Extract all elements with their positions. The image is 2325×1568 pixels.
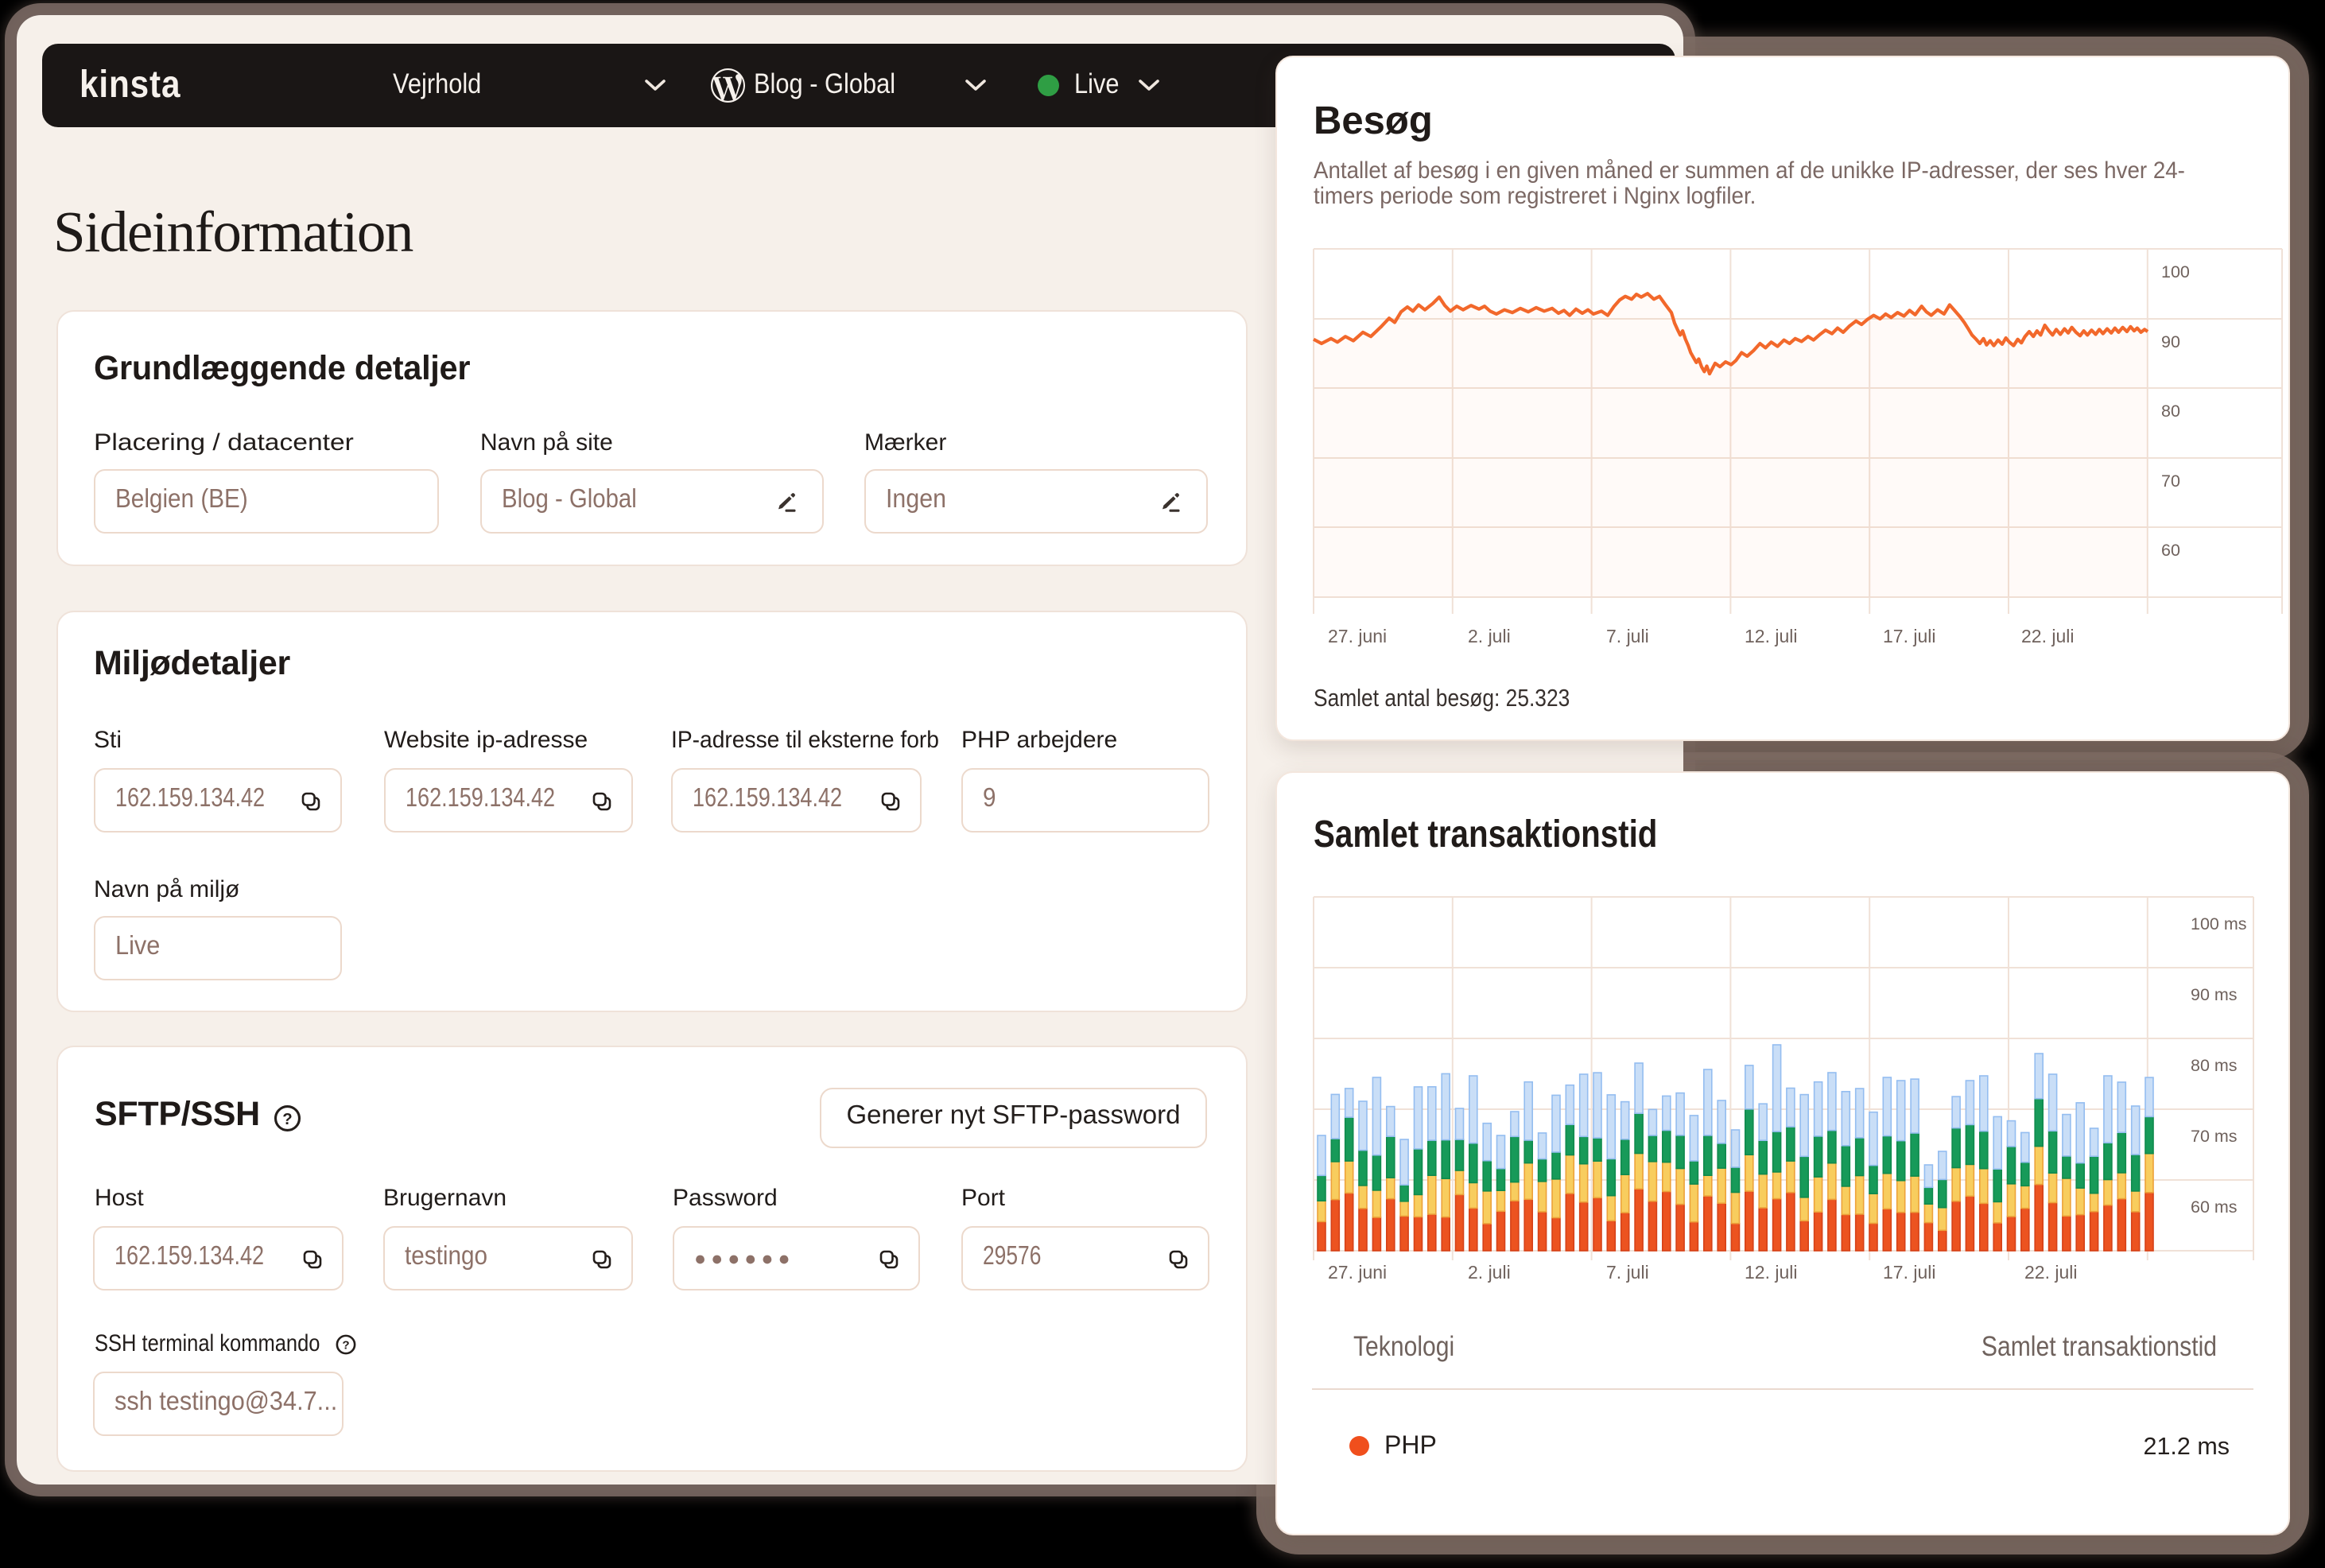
svg-text:22. juli: 22. juli (2024, 1262, 2077, 1283)
svg-text:80: 80 (2161, 402, 2180, 421)
svg-text:?: ? (282, 1110, 292, 1127)
svg-text:60: 60 (2161, 541, 2180, 560)
svg-text:100 ms: 100 ms (2191, 914, 2247, 933)
svg-text:7. juli: 7. juli (1606, 626, 1649, 646)
svg-text:12. juli: 12. juli (1745, 1262, 1797, 1283)
svg-text:60 ms: 60 ms (2191, 1197, 2238, 1217)
svg-text:17. juli: 17. juli (1883, 1262, 1935, 1283)
svg-text:90: 90 (2161, 332, 2180, 351)
svg-text:2. juli: 2. juli (1468, 1262, 1511, 1283)
svg-text:70 ms: 70 ms (2191, 1127, 2238, 1146)
svg-text:100: 100 (2161, 262, 2190, 281)
svg-text:7. juli: 7. juli (1606, 1262, 1649, 1283)
svg-text:27. juni: 27. juni (1328, 626, 1387, 646)
svg-text:27. juni: 27. juni (1328, 1262, 1387, 1283)
svg-text:12. juli: 12. juli (1745, 626, 1797, 646)
svg-text:22. juli: 22. juli (2021, 626, 2074, 646)
svg-text:17. juli: 17. juli (1883, 626, 1935, 646)
svg-text:70: 70 (2161, 472, 2180, 491)
svg-text:80 ms: 80 ms (2191, 1056, 2238, 1075)
svg-text:90 ms: 90 ms (2191, 985, 2238, 1004)
svg-text:?: ? (342, 1338, 349, 1352)
svg-text:2. juli: 2. juli (1468, 626, 1511, 646)
